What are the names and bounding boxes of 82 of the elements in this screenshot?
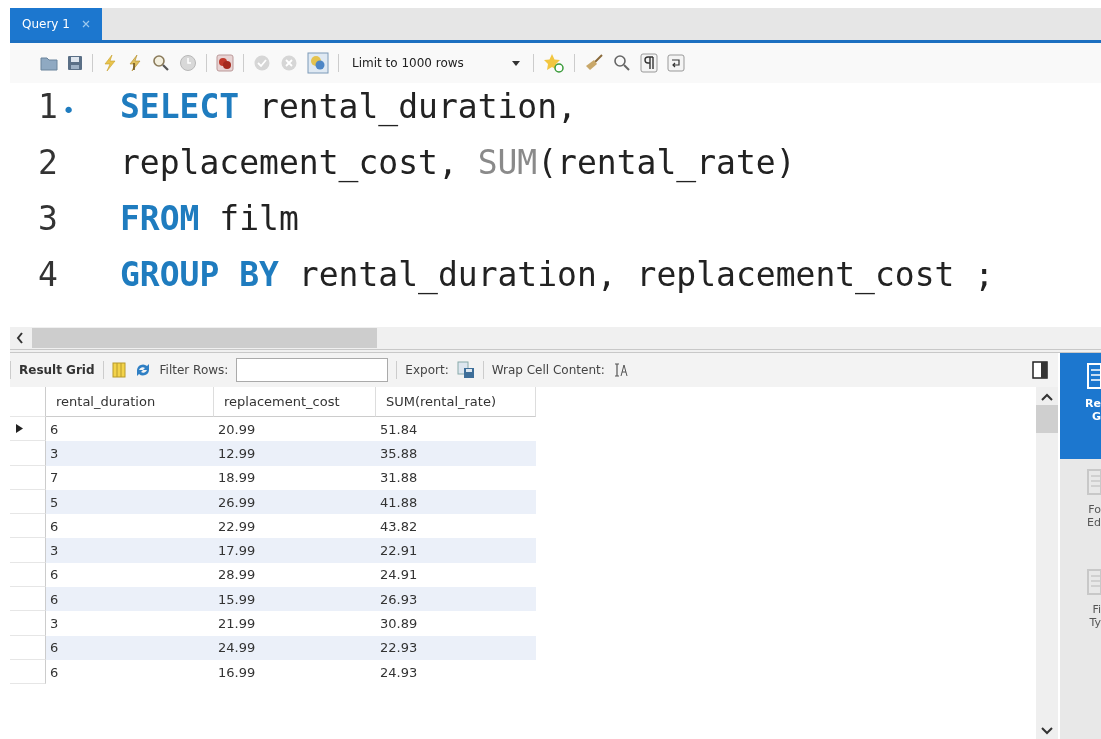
statement-marker: • bbox=[62, 98, 77, 123]
column-header[interactable]: SUM(rental_rate) bbox=[376, 387, 536, 417]
search-icon[interactable] bbox=[612, 54, 631, 72]
scroll-left-icon[interactable] bbox=[16, 332, 24, 344]
code-line: SELECT rental_duration, bbox=[120, 87, 577, 126]
column-header[interactable]: replacement_cost bbox=[214, 387, 376, 417]
wrap-icon[interactable] bbox=[666, 54, 685, 72]
table-cell-text: 6 bbox=[49, 566, 60, 585]
table-cell-text: 6 bbox=[49, 663, 60, 682]
list-icon bbox=[1087, 469, 1101, 495]
table-cell-text: 24.93 bbox=[379, 663, 419, 682]
table-cell: 22.93 bbox=[376, 635, 536, 660]
line-number: 2 bbox=[38, 143, 59, 182]
export-icon[interactable] bbox=[456, 361, 475, 379]
line-number: 3 bbox=[38, 199, 59, 238]
scrollbar-thumb[interactable] bbox=[32, 328, 377, 348]
table-cell: 3 bbox=[46, 441, 214, 466]
table-cell: 17.99 bbox=[214, 538, 376, 563]
code-line: replacement_cost, SUM(rental_rate) bbox=[120, 143, 796, 182]
side-panel-tab[interactable]: Fi Ty bbox=[1060, 559, 1101, 659]
table-cell: 6 bbox=[46, 635, 214, 660]
table-cell: 3 bbox=[46, 538, 214, 563]
table-cell-text: 22.99 bbox=[217, 517, 257, 536]
table-cell-text: 6 bbox=[49, 517, 60, 536]
export-label: Export: bbox=[405, 363, 449, 377]
save-icon[interactable] bbox=[67, 55, 83, 71]
table-cell: 22.91 bbox=[376, 538, 536, 563]
table-cell-text: 31.88 bbox=[379, 469, 419, 488]
table-cell-text: 16.99 bbox=[217, 663, 257, 682]
autocommit-icon[interactable] bbox=[307, 52, 329, 74]
side-panel-tab[interactable]: Fo Ed bbox=[1060, 459, 1101, 559]
grid-icon[interactable] bbox=[111, 362, 126, 378]
table-cell-text: 24.91 bbox=[379, 566, 419, 585]
table-cell-text: 30.89 bbox=[379, 615, 419, 633]
table-cell: 35.88 bbox=[376, 441, 536, 466]
table-cell-text: 3 bbox=[49, 615, 60, 633]
column-header[interactable]: rental_duration bbox=[46, 387, 214, 417]
table-cell-text: 28.99 bbox=[217, 566, 257, 585]
table-cell: 26.99 bbox=[214, 489, 376, 515]
table-cell-text: 6 bbox=[49, 420, 60, 439]
table-cell-text: 43.82 bbox=[379, 517, 419, 536]
scroll-up-icon[interactable] bbox=[1041, 393, 1053, 401]
folder-icon[interactable] bbox=[40, 55, 58, 71]
table-cell: 41.88 bbox=[376, 489, 536, 515]
table-cell: 15.99 bbox=[214, 587, 376, 612]
lightning-cursor-icon[interactable] bbox=[127, 54, 143, 72]
line-number: 1 bbox=[38, 87, 59, 126]
star-icon[interactable] bbox=[542, 53, 565, 73]
line-number: 4 bbox=[38, 255, 59, 294]
check-icon[interactable] bbox=[253, 54, 271, 72]
result-grid-label[interactable]: Result Grid bbox=[19, 363, 95, 377]
close-icon[interactable] bbox=[81, 20, 90, 28]
filter-label: Filter Rows: bbox=[159, 363, 229, 377]
caret-icon[interactable] bbox=[511, 60, 520, 66]
table-cell-text: 51.84 bbox=[379, 420, 419, 439]
scroll-down-icon[interactable] bbox=[1041, 727, 1053, 735]
table-cell-text: 7 bbox=[49, 469, 60, 488]
table-cell-text: 18.99 bbox=[217, 469, 257, 488]
query-tab[interactable]: Query 1 bbox=[10, 8, 102, 40]
current-row-icon bbox=[16, 424, 23, 434]
table-cell: 12.99 bbox=[214, 441, 376, 466]
wrap-label: Wrap Cell Content: bbox=[491, 363, 605, 377]
table-cell: 6 bbox=[46, 587, 214, 612]
table-cell: 26.93 bbox=[376, 587, 536, 612]
table-cell-text: 20.99 bbox=[217, 420, 257, 439]
code-line: GROUP BY rental_duration, replacement_cost ; bbox=[120, 255, 995, 294]
list-icon bbox=[1087, 363, 1101, 389]
side-panel-tab[interactable]: Re G bbox=[1060, 353, 1101, 459]
scrollbar-thumb[interactable] bbox=[1036, 405, 1058, 433]
panel-toggle-icon[interactable] bbox=[1032, 361, 1048, 379]
filter-rows-field[interactable] bbox=[236, 358, 389, 382]
pilcrow-icon[interactable] bbox=[639, 53, 658, 73]
table-cell: 24.99 bbox=[214, 635, 376, 660]
magnifier-icon[interactable] bbox=[152, 54, 170, 72]
code-line: FROM film bbox=[120, 199, 299, 238]
table-cell: 5 bbox=[46, 489, 214, 515]
row-header[interactable] bbox=[10, 417, 46, 442]
table-cell-text: 21.99 bbox=[217, 615, 257, 633]
lightning-icon[interactable] bbox=[102, 54, 118, 72]
limit-dropdown[interactable]: Limit to 1000 rows bbox=[348, 56, 524, 70]
list-icon bbox=[1087, 569, 1101, 595]
wrap-cell-icon[interactable] bbox=[612, 362, 629, 378]
